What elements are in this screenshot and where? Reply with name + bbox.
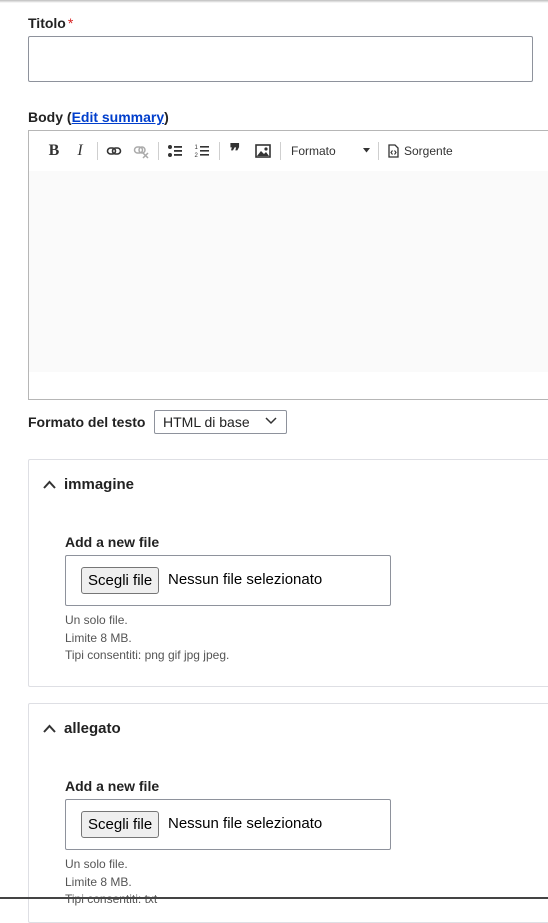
help-line: Limite 8 MB. bbox=[65, 630, 132, 645]
link-button[interactable] bbox=[104, 139, 124, 163]
help-line: Tipi consentiti: txt bbox=[65, 892, 158, 906]
svg-text:1: 1 bbox=[195, 145, 199, 151]
source-button[interactable]: Sorgente bbox=[387, 139, 459, 163]
help-line: Tipi consentiti: png gif jpg jpeg. bbox=[65, 648, 230, 662]
attachment-fieldset-toggle[interactable]: allegato bbox=[43, 720, 121, 737]
source-code-icon bbox=[388, 144, 399, 158]
image-add-file-label: Add a new file bbox=[65, 534, 160, 550]
toolbar-separator bbox=[280, 142, 281, 160]
attachment-file-input: Scegli file Nessun file selezionato bbox=[65, 799, 391, 850]
attachment-fieldset: allegato Add a new file Scegli file Ness… bbox=[28, 703, 548, 923]
required-mark: * bbox=[67, 15, 74, 31]
image-file-status: Nessun file selezionato bbox=[168, 571, 323, 588]
link-icon bbox=[106, 147, 122, 155]
image-fieldset-title: immagine bbox=[64, 476, 135, 493]
chevron-down-icon bbox=[265, 417, 277, 425]
body-label-text: Body bbox=[28, 109, 63, 125]
text-format-label: Formato del testo bbox=[28, 414, 146, 430]
text-format-selected: HTML di base bbox=[163, 414, 250, 430]
help-line: Un solo file. bbox=[65, 857, 128, 871]
help-line: Limite 8 MB. bbox=[65, 874, 132, 889]
text-format-select[interactable]: HTML di base bbox=[154, 410, 287, 434]
format-dropdown-label: Formato bbox=[291, 144, 336, 158]
editor-toolbar: B I 12 ❞ Formato Sorgente bbox=[29, 131, 548, 171]
numbered-list-icon: 12 bbox=[195, 145, 209, 159]
bulleted-list-icon bbox=[168, 145, 182, 157]
unlink-button[interactable] bbox=[131, 139, 151, 163]
image-button[interactable] bbox=[253, 139, 273, 163]
attachment-choose-file-button[interactable]: Scegli file bbox=[81, 811, 160, 838]
title-label: Titolo * bbox=[28, 15, 73, 31]
attachment-file-help: Un solo file. Limite 8 MB. Tipi consenti… bbox=[65, 856, 157, 909]
body-label: Body (Edit summary) bbox=[28, 109, 169, 125]
numbered-list-button[interactable]: 12 bbox=[192, 139, 212, 163]
attachment-add-file-label: Add a new file bbox=[65, 778, 160, 794]
image-fieldset-toggle[interactable]: immagine bbox=[43, 476, 134, 493]
paren-close: ) bbox=[164, 109, 169, 125]
image-choose-file-button[interactable]: Scegli file bbox=[81, 567, 160, 594]
rich-text-editor[interactable]: B I 12 ❞ Formato Sorgente bbox=[28, 130, 548, 400]
title-label-text: Titolo bbox=[28, 15, 66, 31]
image-file-help: Un solo file. Limite 8 MB. Tipi consenti… bbox=[65, 612, 229, 665]
editor-content-area[interactable] bbox=[29, 171, 548, 372]
chevron-up-icon bbox=[43, 480, 56, 489]
top-shadow bbox=[0, 0, 548, 3]
toolbar-separator bbox=[378, 142, 379, 160]
italic-button[interactable]: I bbox=[71, 139, 89, 163]
svg-text:2: 2 bbox=[195, 153, 199, 159]
image-fieldset: immagine Add a new file Scegli file Ness… bbox=[28, 459, 548, 687]
help-line: Un solo file. bbox=[65, 613, 128, 627]
image-icon bbox=[255, 144, 271, 158]
bulleted-list-button[interactable] bbox=[165, 139, 185, 163]
toolbar-separator bbox=[158, 142, 159, 160]
toolbar-separator bbox=[97, 142, 98, 160]
attachment-fieldset-title: allegato bbox=[64, 720, 121, 737]
bold-button[interactable]: B bbox=[45, 139, 63, 163]
chevron-up-icon bbox=[43, 724, 56, 733]
format-dropdown[interactable]: Formato bbox=[291, 139, 373, 163]
edit-summary-link[interactable]: Edit summary bbox=[72, 109, 165, 125]
attachment-file-status: Nessun file selezionato bbox=[168, 815, 323, 832]
image-file-input: Scegli file Nessun file selezionato bbox=[65, 555, 391, 606]
source-label: Sorgente bbox=[404, 144, 453, 158]
toolbar-separator bbox=[219, 142, 220, 160]
title-input[interactable] bbox=[28, 36, 533, 82]
unlink-icon bbox=[133, 146, 149, 159]
blockquote-button[interactable]: ❞ bbox=[225, 139, 245, 163]
caret-down-icon bbox=[363, 148, 370, 153]
